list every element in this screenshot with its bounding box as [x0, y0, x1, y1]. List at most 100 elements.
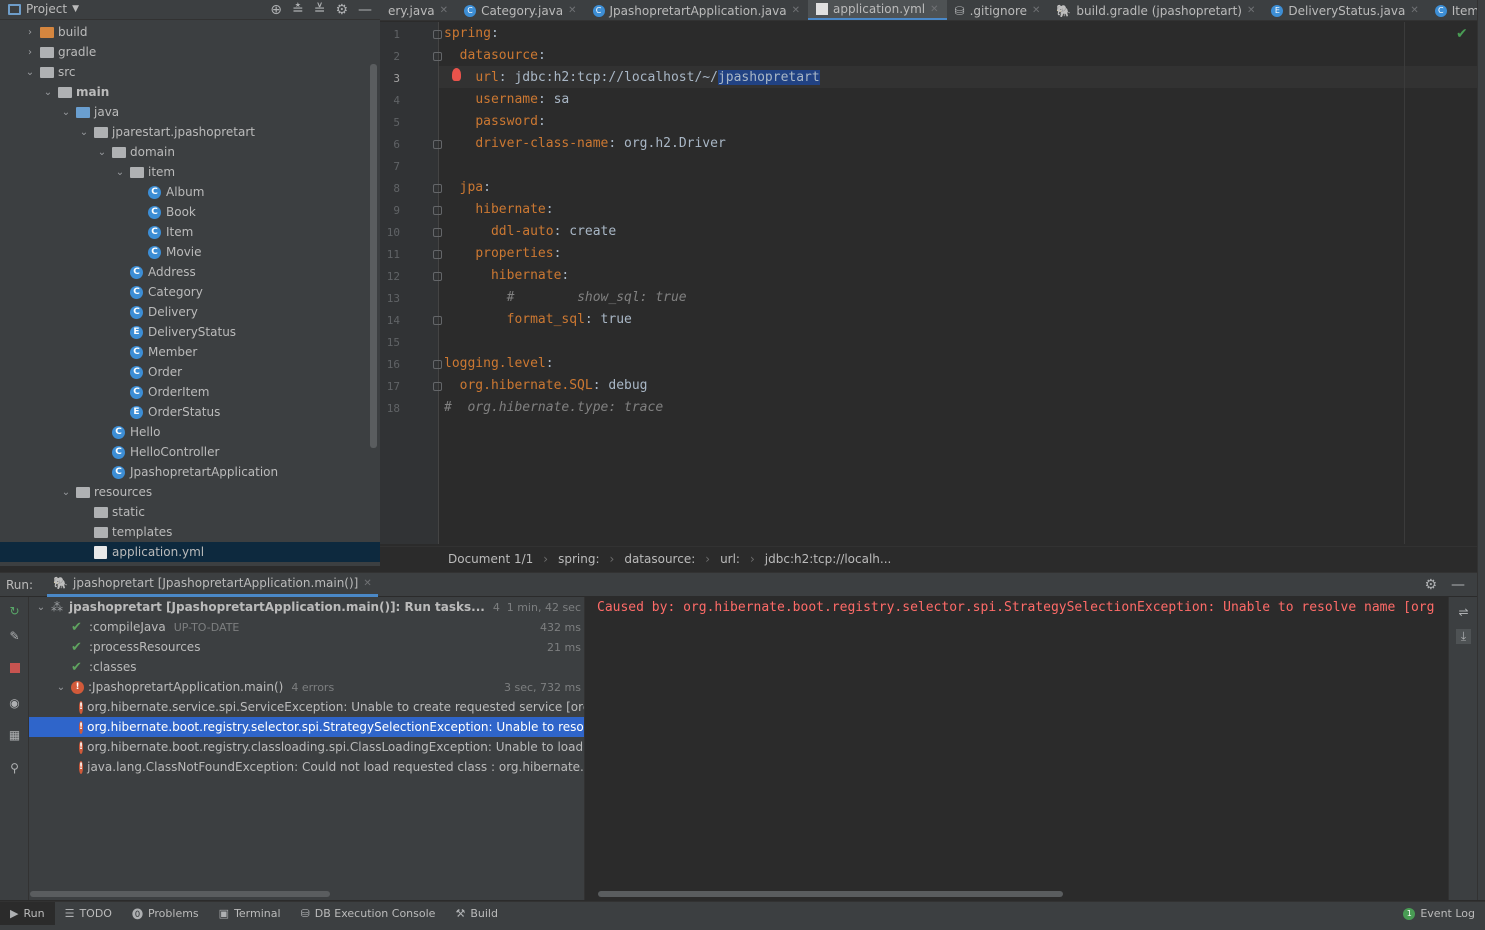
expand-all-icon[interactable]: ≛ — [292, 2, 304, 18]
console-output[interactable]: Caused by: org.hibernate.boot.registry.s… — [586, 597, 1448, 900]
run-tree-scrollbar[interactable] — [30, 891, 330, 897]
chevron-down-icon[interactable]: ⌄ — [35, 602, 47, 613]
close-icon[interactable]: ✕ — [363, 578, 371, 589]
tree-node[interactable]: ⌄ main — [0, 82, 380, 102]
rerun-icon[interactable]: ↻ — [7, 604, 22, 619]
run-tree-row[interactable]: ✔:classes — [29, 657, 584, 677]
eye-icon[interactable]: ◉ — [7, 696, 22, 711]
chevron-right-icon[interactable]: › — [24, 47, 36, 58]
tree-node[interactable]: ⌄ java — [0, 102, 380, 122]
code-editor[interactable]: 1 2 3 4 5 6 7 8 9 10 11 12 13 14 15 16 17 18 ✔ spring: da… — [380, 22, 1477, 544]
project-view-selector[interactable]: Project ▼ — [8, 2, 79, 16]
breadcrumb-item[interactable]: spring: — [558, 552, 599, 566]
tree-node[interactable]: C OrderItem — [0, 382, 380, 402]
gear-icon[interactable]: ⚙ — [335, 2, 348, 18]
run-tree-row[interactable]: ✔:compileJava UP-TO-DATE 432 ms — [29, 617, 584, 637]
tree-node[interactable]: ⌄ item — [0, 162, 380, 182]
soft-wrap-icon[interactable]: ⇌ — [1456, 605, 1471, 620]
tree-node[interactable]: C Address — [0, 262, 380, 282]
close-icon[interactable]: ✕ — [1032, 5, 1040, 16]
tree-node[interactable]: › build — [0, 22, 380, 42]
chevron-down-icon[interactable]: ⌄ — [24, 67, 36, 78]
run-tree-row[interactable]: ⌄!:JpashopretartApplication.main() 4 erro… — [29, 677, 584, 697]
gear-icon[interactable]: ⚙ — [1424, 577, 1437, 593]
tool-window-button[interactable]: ▣ Terminal — [209, 902, 291, 926]
breadcrumb-item[interactable]: jdbc:h2:tcp://localh... — [765, 552, 892, 566]
run-tree-row[interactable]: ! org.hibernate.service.spi.ServiceExcept… — [29, 697, 584, 717]
no-problems-check-icon[interactable]: ✔ — [1456, 26, 1468, 42]
run-tree-row[interactable]: ✔:processResources 21 ms — [29, 637, 584, 657]
tree-node[interactable]: ⌄ jparestart.jpashopretart — [0, 122, 380, 142]
fold-marker-icon[interactable] — [433, 360, 442, 369]
fold-marker-icon[interactable] — [433, 30, 442, 39]
hide-icon[interactable]: — — [1451, 577, 1465, 593]
layout-icon[interactable]: ▦ — [7, 728, 22, 743]
scroll-to-end-icon[interactable]: ⤓ — [1456, 629, 1471, 644]
editor-tab[interactable]: C Category.java ✕ — [456, 0, 584, 20]
close-icon[interactable]: ✕ — [792, 5, 800, 16]
chevron-down-icon[interactable]: ⌄ — [60, 487, 72, 498]
fold-marker-icon[interactable] — [433, 382, 442, 391]
close-icon[interactable]: ✕ — [1247, 5, 1255, 16]
fold-marker-icon[interactable] — [433, 52, 442, 61]
tree-node[interactable]: static — [0, 502, 380, 522]
fold-marker-icon[interactable] — [433, 206, 442, 215]
breadcrumb-item[interactable]: Document 1/1 — [448, 552, 533, 566]
chevron-down-icon[interactable]: ⌄ — [114, 167, 126, 178]
tree-node[interactable]: application.yml — [0, 542, 380, 562]
tree-node[interactable]: E DeliveryStatus — [0, 322, 380, 342]
editor-tab[interactable]: ery.java ✕ — [380, 0, 456, 20]
fold-marker-icon[interactable] — [433, 316, 442, 325]
tree-node[interactable]: ⌄ src — [0, 62, 380, 82]
tree-node[interactable]: ⌄ resources — [0, 482, 380, 502]
tree-node[interactable]: › gradle — [0, 42, 380, 62]
fold-marker-icon[interactable] — [433, 250, 442, 259]
editor-tab[interactable]: 🐘 build.gradle (jpashopretart) ✕ — [1048, 0, 1263, 20]
run-tree-row[interactable]: ! org.hibernate.boot.registry.selector.sp… — [29, 717, 584, 737]
run-tree-row[interactable]: ! org.hibernate.boot.registry.classloadin… — [29, 737, 584, 757]
stop-icon[interactable] — [7, 662, 22, 677]
run-tree-row[interactable]: ⌄ ⁂ jpashopretart [JpashopretartApplicatio… — [29, 597, 584, 617]
fold-marker-icon[interactable] — [433, 272, 442, 281]
chevron-down-icon[interactable]: ⌄ — [55, 682, 67, 693]
close-icon[interactable]: ✕ — [930, 4, 938, 15]
console-scrollbar[interactable] — [598, 891, 1063, 897]
fold-marker-icon[interactable] — [433, 140, 442, 149]
tree-node[interactable]: C Category — [0, 282, 380, 302]
chevron-down-icon[interactable]: ⌄ — [60, 107, 72, 118]
wrench-icon[interactable]: ✎ — [7, 629, 22, 644]
tree-node[interactable]: C Hello — [0, 422, 380, 442]
breadcrumb-item[interactable]: datasource: — [624, 552, 695, 566]
tree-node[interactable]: templates — [0, 522, 380, 542]
editor-tab[interactable]: application.yml ✕ — [808, 0, 947, 20]
tool-window-button[interactable]: ⛁ DB Execution Console — [291, 902, 446, 926]
close-icon[interactable]: ✕ — [568, 5, 576, 16]
tree-node[interactable]: ⌄ domain — [0, 142, 380, 162]
tree-node[interactable]: C JpashopretartApplication — [0, 462, 380, 482]
tool-window-button[interactable]: ☰ TODO — [55, 902, 122, 926]
tree-node[interactable]: C Book — [0, 202, 380, 222]
fold-marker-icon[interactable] — [433, 228, 442, 237]
tree-node[interactable]: E OrderStatus — [0, 402, 380, 422]
tree-node[interactable]: C Delivery — [0, 302, 380, 322]
tree-node[interactable]: C Album — [0, 182, 380, 202]
run-tab[interactable]: 🐘 jpashopretart [JpashopretartApplicatio… — [47, 573, 378, 597]
chevron-down-icon[interactable]: ⌄ — [78, 127, 90, 138]
tree-node[interactable]: C Item — [0, 222, 380, 242]
project-tree-scrollbar[interactable] — [370, 64, 377, 448]
fold-marker-icon[interactable] — [433, 184, 442, 193]
tool-window-button[interactable]: ⚒ Build — [445, 902, 508, 926]
chevron-down-icon[interactable]: ⌄ — [96, 147, 108, 158]
editor-tab[interactable]: C JpashopretartApplication.java ✕ — [585, 0, 808, 20]
close-icon[interactable]: ✕ — [1410, 5, 1418, 16]
tree-node[interactable]: C Member — [0, 342, 380, 362]
hide-icon[interactable]: — — [358, 2, 372, 18]
collapse-all-icon[interactable]: ≚ — [314, 2, 326, 18]
tree-node[interactable]: C Movie — [0, 242, 380, 262]
event-log-button[interactable]: 1 Event Log — [1393, 902, 1485, 926]
locate-icon[interactable]: ⊕ — [270, 2, 282, 18]
breadcrumb-item[interactable]: url: — [720, 552, 740, 566]
pin-icon[interactable]: ⚲ — [7, 761, 22, 776]
tree-node[interactable]: C Order — [0, 362, 380, 382]
editor-tab[interactable]: E DeliveryStatus.java ✕ — [1263, 0, 1426, 20]
